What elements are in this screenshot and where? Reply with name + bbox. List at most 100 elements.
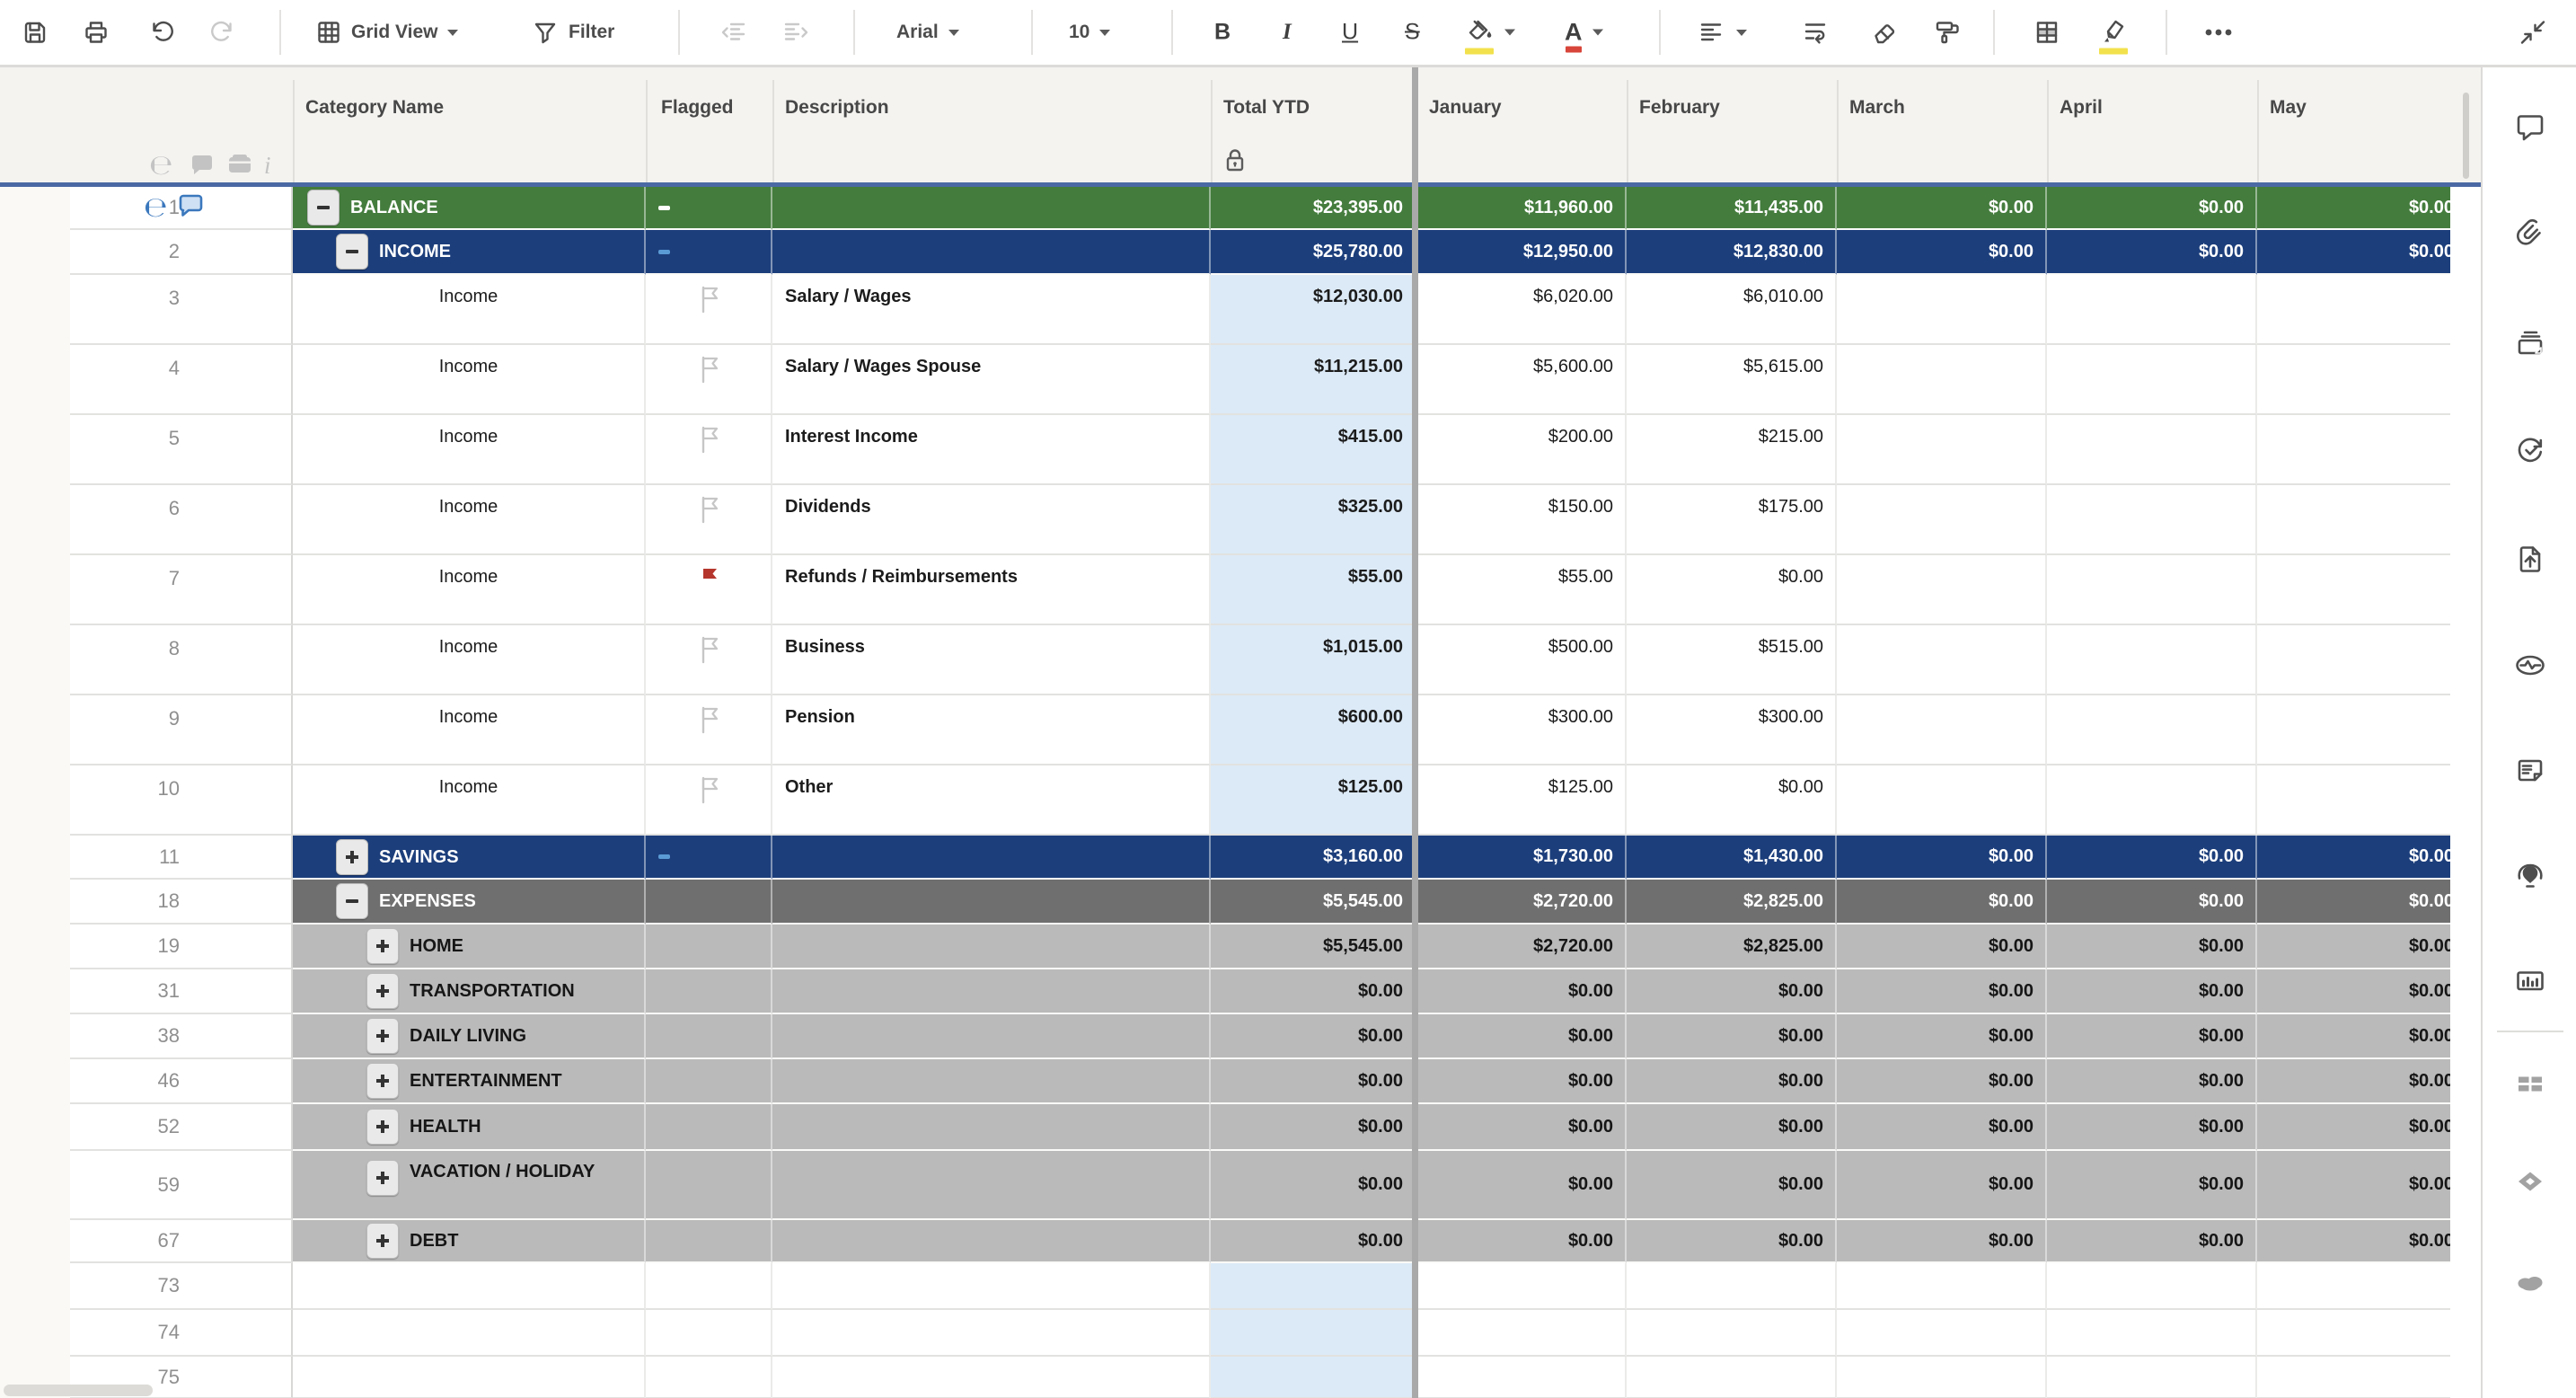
cell-jan[interactable] xyxy=(1416,1357,1627,1398)
cell-flagged[interactable] xyxy=(646,625,772,695)
comment-icon[interactable] xyxy=(177,191,206,224)
cell-description[interactable] xyxy=(772,880,1211,925)
cell-may[interactable]: $0.00 xyxy=(2257,1151,2450,1220)
cell-mar[interactable]: $0.00 xyxy=(1837,187,2047,230)
cell-jan[interactable]: $2,720.00 xyxy=(1416,880,1627,925)
cell-apr[interactable] xyxy=(2047,275,2257,345)
cell-apr[interactable] xyxy=(2047,555,2257,625)
update-requests-icon[interactable] xyxy=(2512,432,2548,473)
expand-row-button[interactable] xyxy=(366,973,399,1009)
column-header-apr[interactable]: April xyxy=(2060,97,2103,119)
cell-ytd[interactable] xyxy=(1211,1310,1416,1357)
cell-flagged[interactable] xyxy=(646,1059,772,1104)
cell-category[interactable]: Income xyxy=(293,485,646,555)
cell-apr[interactable] xyxy=(2047,1310,2257,1357)
cell-ytd[interactable]: $1,015.00 xyxy=(1211,625,1416,695)
row-number[interactable]: 74 xyxy=(72,1321,180,1344)
row-number[interactable]: 11 xyxy=(72,845,180,869)
row-number[interactable]: 7 xyxy=(72,567,180,590)
cell-jan[interactable]: $150.00 xyxy=(1416,485,1627,555)
expand-row-button[interactable] xyxy=(366,1109,399,1145)
cell-may[interactable] xyxy=(2257,555,2450,625)
cell-ytd[interactable]: $600.00 xyxy=(1211,695,1416,765)
cell-mar[interactable] xyxy=(1837,765,2047,836)
cell-feb[interactable]: $300.00 xyxy=(1627,695,1837,765)
row-number[interactable]: 6 xyxy=(72,497,180,520)
cell-mar[interactable]: $0.00 xyxy=(1837,1220,2047,1263)
cell-apr[interactable] xyxy=(2047,625,2257,695)
collapse-toolbar-button[interactable] xyxy=(2515,14,2551,50)
cell-category[interactable]: EXPENSES xyxy=(293,880,646,925)
cell-ytd[interactable]: $0.00 xyxy=(1211,1220,1416,1263)
cell-ytd[interactable]: $0.00 xyxy=(1211,1059,1416,1104)
cell-flagged[interactable] xyxy=(646,969,772,1014)
cell-mar[interactable] xyxy=(1837,1357,2047,1398)
cell-ytd[interactable]: $5,545.00 xyxy=(1211,880,1416,925)
clear-format-button[interactable] xyxy=(1868,17,1899,48)
cell-apr[interactable] xyxy=(2047,1263,2257,1310)
cell-flagged[interactable] xyxy=(646,925,772,969)
cell-category[interactable]: TRANSPORTATION xyxy=(293,969,646,1014)
cell-flagged[interactable] xyxy=(646,1310,772,1357)
cell-feb[interactable]: $6,010.00 xyxy=(1627,275,1837,345)
cell-ytd[interactable]: $5,545.00 xyxy=(1211,925,1416,969)
cell-category[interactable]: Income xyxy=(293,415,646,485)
cell-ytd[interactable]: $0.00 xyxy=(1211,1151,1416,1220)
cell-apr[interactable]: $0.00 xyxy=(2047,1059,2257,1104)
cell-apr[interactable]: $0.00 xyxy=(2047,1104,2257,1151)
cell-category[interactable] xyxy=(293,1310,646,1357)
flag-icon[interactable] xyxy=(697,775,720,834)
cell-jan[interactable]: $11,960.00 xyxy=(1416,187,1627,230)
cell-category[interactable]: HEALTH xyxy=(293,1104,646,1151)
row-number[interactable]: 18 xyxy=(72,889,180,913)
cell-may[interactable] xyxy=(2257,345,2450,415)
charts-icon[interactable] xyxy=(2512,964,2548,1004)
cell-jan[interactable]: $12,950.00 xyxy=(1416,230,1627,275)
cell-flagged[interactable] xyxy=(646,1151,772,1220)
sheet-summary-icon[interactable] xyxy=(2512,752,2548,792)
cell-jan[interactable]: $5,600.00 xyxy=(1416,345,1627,415)
column-header-ytd[interactable]: Total YTD xyxy=(1223,97,1310,119)
row-number[interactable]: 2 xyxy=(72,240,180,263)
publish-icon[interactable] xyxy=(2512,542,2548,582)
cell-apr[interactable]: $0.00 xyxy=(2047,836,2257,880)
cell-feb[interactable]: $12,830.00 xyxy=(1627,230,1837,275)
cell-description[interactable]: Dividends xyxy=(772,485,1211,555)
cell-may[interactable] xyxy=(2257,415,2450,485)
cell-jan[interactable]: $300.00 xyxy=(1416,695,1627,765)
strikethrough-button[interactable]: S xyxy=(1405,20,1420,46)
cell-jan[interactable]: $200.00 xyxy=(1416,415,1627,485)
cell-feb[interactable] xyxy=(1627,1263,1837,1310)
align-left-button[interactable] xyxy=(1696,17,1747,48)
expand-row-button[interactable] xyxy=(366,928,399,964)
cell-apr[interactable]: $0.00 xyxy=(2047,1151,2257,1220)
cell-category[interactable]: HOME xyxy=(293,925,646,969)
cell-ytd[interactable]: $12,030.00 xyxy=(1211,275,1416,345)
text-color-button[interactable]: A xyxy=(1565,19,1603,53)
cell-ytd[interactable] xyxy=(1211,1357,1416,1398)
cell-flagged[interactable] xyxy=(646,1357,772,1398)
cell-category[interactable]: Income xyxy=(293,555,646,625)
undo-button[interactable] xyxy=(146,17,176,48)
cell-jan[interactable]: $6,020.00 xyxy=(1416,275,1627,345)
cell-flagged[interactable] xyxy=(646,415,772,485)
cell-flagged[interactable] xyxy=(646,1220,772,1263)
cell-description[interactable]: Salary / Wages Spouse xyxy=(772,345,1211,415)
flag-icon[interactable] xyxy=(697,705,720,764)
cell-feb[interactable]: $11,435.00 xyxy=(1627,187,1837,230)
cell-feb[interactable]: $0.00 xyxy=(1627,765,1837,836)
cell-mar[interactable]: $0.00 xyxy=(1837,880,2047,925)
cell-may[interactable]: $0.00 xyxy=(2257,187,2450,230)
cell-category[interactable]: Income xyxy=(293,345,646,415)
column-header-description[interactable]: Description xyxy=(785,97,889,119)
cell-apr[interactable]: $0.00 xyxy=(2047,187,2257,230)
cell-feb[interactable]: $515.00 xyxy=(1627,625,1837,695)
cell-apr[interactable] xyxy=(2047,415,2257,485)
cell-feb[interactable]: $0.00 xyxy=(1627,969,1837,1014)
flag-icon[interactable] xyxy=(697,635,720,694)
borders-button[interactable] xyxy=(2032,17,2062,48)
cell-ytd[interactable]: $25,780.00 xyxy=(1211,230,1416,275)
cell-ytd[interactable]: $415.00 xyxy=(1211,415,1416,485)
cell-mar[interactable] xyxy=(1837,695,2047,765)
cell-mar[interactable]: $0.00 xyxy=(1837,1014,2047,1059)
